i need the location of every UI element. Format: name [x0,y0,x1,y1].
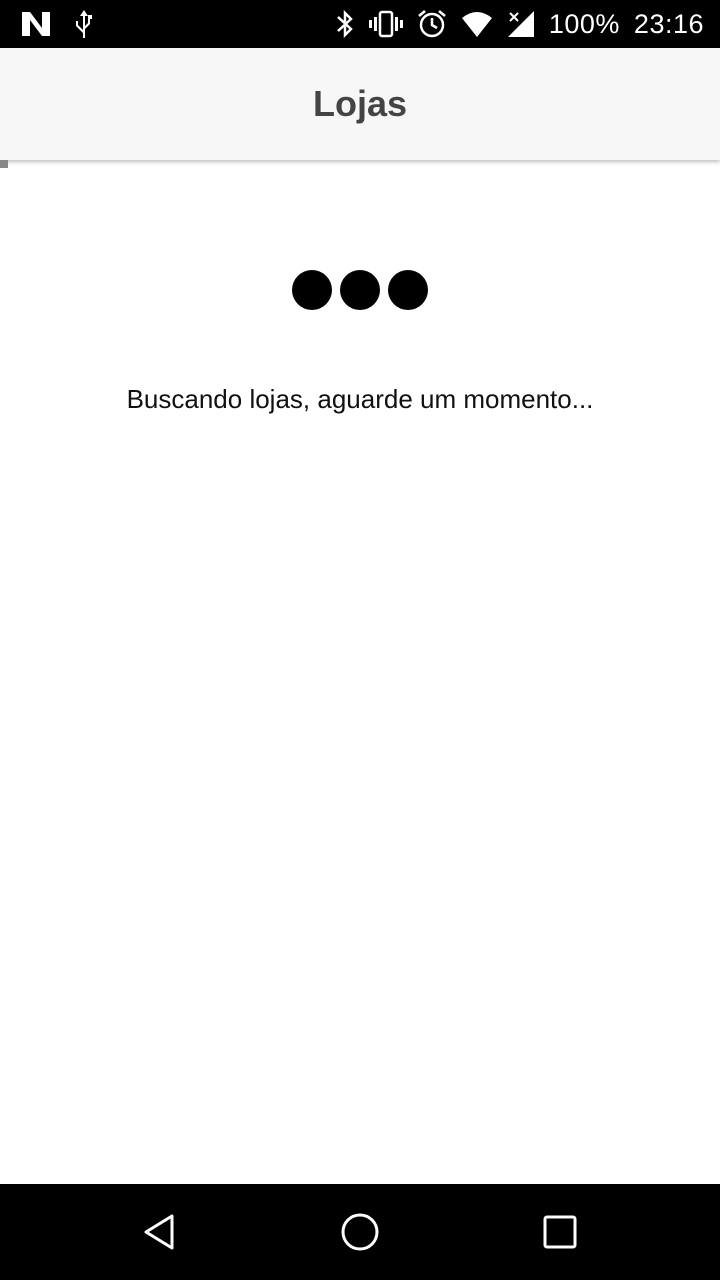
bluetooth-icon [335,8,355,40]
recents-button[interactable] [520,1192,600,1272]
n-app-icon [20,8,52,40]
clock: 23:16 [633,8,704,39]
home-icon [341,1213,379,1251]
back-icon [144,1214,174,1250]
alarm-icon [417,8,447,40]
wifi-icon [461,8,493,40]
app-bar: Lojas [0,48,720,160]
back-button[interactable] [120,1192,200,1272]
loading-dot [340,270,380,310]
navigation-bar [0,1184,720,1280]
status-bar: 100% 23:16 [0,0,720,48]
recents-icon [543,1215,577,1249]
loading-dot [292,270,332,310]
progress-indicator [0,160,8,168]
main-content: Buscando lojas, aguarde um momento... [0,160,720,1184]
loading-dot [388,270,428,310]
status-bar-right: 100% 23:16 [321,8,704,40]
status-bar-left [20,8,116,40]
loading-dots [0,270,720,310]
home-button[interactable] [320,1192,400,1272]
vibrate-icon [368,8,403,40]
loading-message: Buscando lojas, aguarde um momento... [126,384,594,414]
battery-percentage: 100% [548,8,620,39]
usb-icon [72,8,96,40]
signal-icon [507,8,535,40]
page-title: Lojas [312,83,408,124]
